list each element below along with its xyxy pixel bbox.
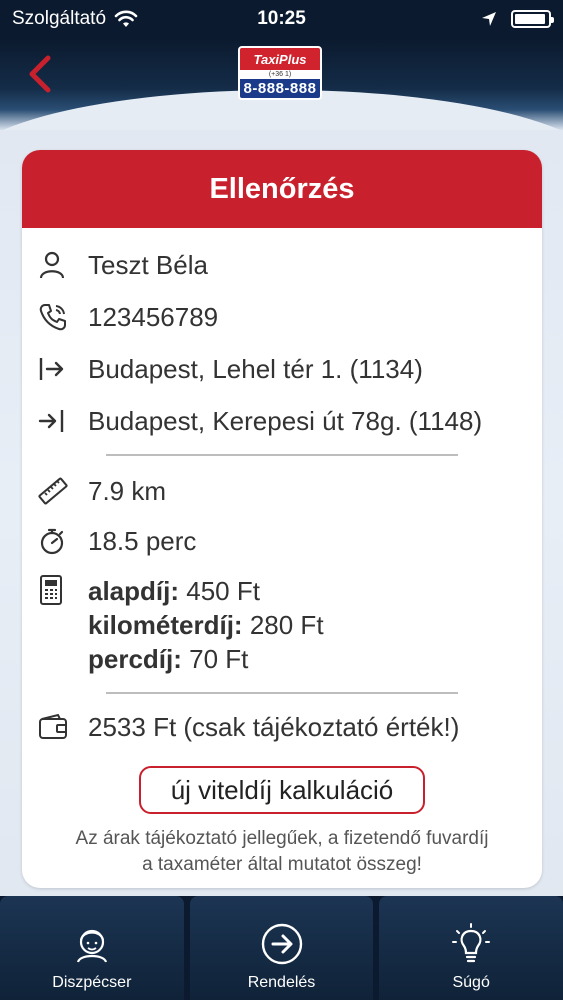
calculator-icon: [38, 574, 88, 608]
back-button[interactable]: [22, 52, 58, 96]
row-name: Teszt Béla: [38, 248, 208, 282]
row-duration: 18.5 perc: [38, 524, 196, 558]
departure-icon: [38, 352, 88, 386]
battery-icon: [511, 10, 554, 28]
disclaimer-note: Az árak tájékoztató jellegűek, a fizeten…: [32, 826, 532, 878]
fee-label: kilométerdíj:: [88, 610, 243, 640]
stopwatch-icon: [38, 524, 88, 558]
status-bar: Szolgáltató 10:25: [0, 0, 563, 38]
divider-bottom: [106, 692, 458, 694]
tab-label: Súgó: [452, 974, 490, 991]
card-title: Ellenőrzés: [22, 150, 542, 228]
status-right: [481, 10, 554, 28]
customer-phone: 123456789: [88, 302, 219, 332]
customer-name: Teszt Béla: [88, 250, 208, 280]
fee-base: alapdíj: 450 Ft: [88, 574, 324, 608]
row-phone: 123456789: [38, 300, 218, 334]
arrow-right-circle-icon: [260, 922, 304, 966]
tab-dispatcher[interactable]: Diszpécser: [0, 896, 184, 1000]
fee-lines: alapdíj: 450 Ft kilométerdíj: 280 Ft per…: [88, 574, 324, 676]
fee-minute: percdíj: 70 Ft: [88, 642, 324, 676]
row-distance: 7.9 km: [38, 474, 166, 508]
carrier-name: Szolgáltató: [12, 8, 107, 29]
fee-value: 70 Ft: [189, 644, 249, 674]
tab-label: Rendelés: [247, 974, 316, 991]
logo-phone: 8-888-888: [240, 79, 320, 98]
fee-value: 280 Ft: [249, 610, 324, 640]
phone-icon: [38, 300, 88, 334]
trip-duration: 18.5 perc: [88, 526, 197, 556]
new-fare-calculation-button[interactable]: új viteldíj kalkuláció: [139, 766, 425, 814]
ruler-icon: [38, 474, 88, 508]
fee-label: alapdíj:: [88, 576, 180, 606]
logo-brand: TaxiPlus: [240, 48, 320, 70]
status-left: Szolgáltató: [12, 8, 138, 30]
lightbulb-icon: [449, 922, 493, 966]
person-icon: [38, 248, 88, 282]
destination-address: Budapest, Kerepesi út 78g. (1148): [88, 406, 483, 436]
tab-label: Diszpécser: [52, 974, 132, 991]
wifi-icon: [114, 10, 138, 27]
taxiplus-logo: TaxiPlus (+36 1) 8-888-888: [238, 46, 322, 100]
fee-value: 450 Ft: [186, 576, 260, 606]
trip-distance: 7.9 km: [88, 476, 167, 506]
wallet-icon: [38, 710, 88, 744]
fee-breakdown: alapdíj: 450 Ft kilométerdíj: 280 Ft per…: [38, 574, 324, 676]
tab-help[interactable]: Súgó: [379, 896, 563, 1000]
note-line-2: a taxaméter által mutatot összeg!: [142, 854, 422, 875]
arrival-icon: [38, 404, 88, 438]
row-from: Budapest, Lehel tér 1. (1134): [38, 352, 423, 386]
fee-km: kilométerdíj: 280 Ft: [88, 608, 324, 642]
app-header: TaxiPlus (+36 1) 8-888-888: [0, 38, 563, 130]
battery-level: [515, 14, 546, 24]
tab-order[interactable]: Rendelés: [189, 896, 374, 1000]
summary-card: Ellenőrzés Teszt Béla 123456789 Budapest…: [22, 150, 542, 888]
divider-top: [106, 454, 458, 456]
bottom-nav: Diszpécser Rendelés Súgó: [0, 896, 563, 1000]
pickup-address: Budapest, Lehel tér 1. (1134): [88, 354, 423, 384]
row-to: Budapest, Kerepesi út 78g. (1148): [38, 404, 482, 438]
chevron-left-icon: [29, 55, 51, 93]
note-line-1: Az árak tájékoztató jellegűek, a fizeten…: [75, 828, 489, 849]
logo-prefix: (+36 1): [268, 71, 292, 78]
dispatcher-icon: [70, 922, 114, 966]
fee-label: percdíj:: [88, 644, 182, 674]
location-arrow-icon: [482, 12, 496, 26]
estimated-total: 2533 Ft (csak tájékoztató érték!): [88, 712, 460, 742]
row-total: 2533 Ft (csak tájékoztató érték!): [38, 710, 459, 744]
